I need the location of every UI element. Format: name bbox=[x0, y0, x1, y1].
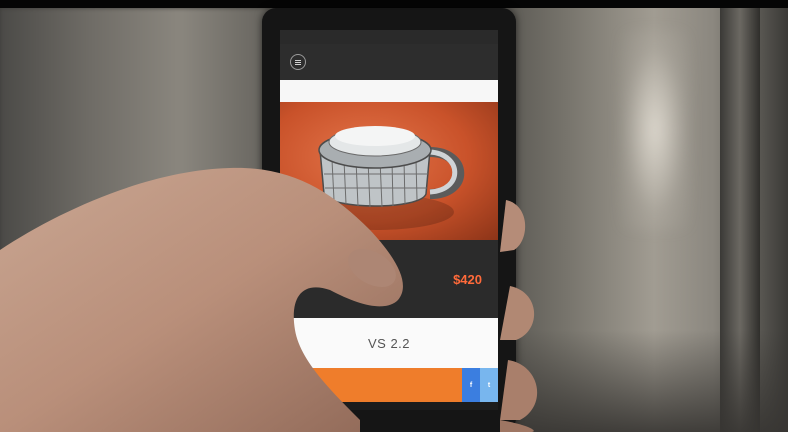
product-price: $420 bbox=[453, 272, 482, 287]
primary-action-button[interactable] bbox=[280, 368, 462, 402]
phone-screen: $420 VS 2.2 f t bbox=[280, 30, 498, 410]
screen-bottom-edge bbox=[280, 402, 498, 410]
smartphone: $420 VS 2.2 f t bbox=[262, 8, 516, 432]
product-name-card: VS 2.2 bbox=[280, 318, 498, 368]
product-render-svg bbox=[298, 126, 465, 230]
product-image[interactable] bbox=[280, 102, 498, 240]
status-bar bbox=[280, 30, 498, 44]
facebook-icon[interactable]: f bbox=[462, 368, 480, 402]
product-info-panel: $420 bbox=[280, 240, 498, 318]
twitter-icon[interactable]: t bbox=[480, 368, 498, 402]
action-bar: f t bbox=[280, 368, 498, 402]
background-light bbox=[620, 30, 690, 230]
sub-header bbox=[280, 80, 498, 102]
app-header bbox=[280, 44, 498, 80]
letterbox-bar bbox=[0, 0, 788, 8]
menu-icon[interactable] bbox=[290, 54, 306, 70]
product-name: VS 2.2 bbox=[367, 335, 411, 351]
